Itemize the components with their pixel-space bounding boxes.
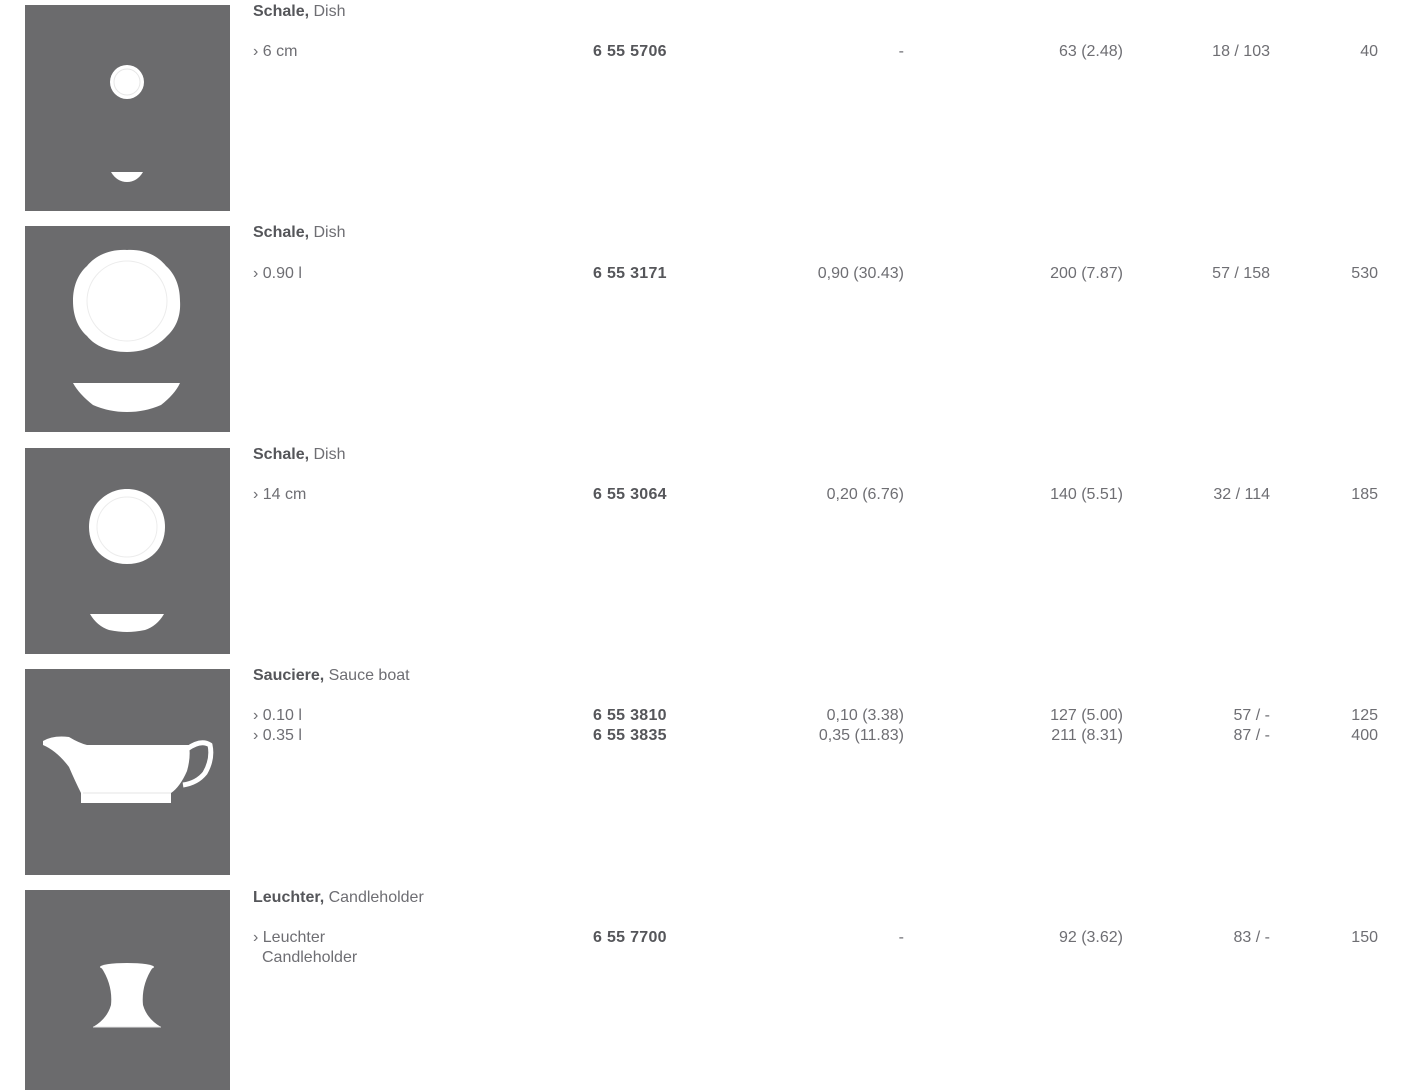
volume-value: - <box>898 929 904 946</box>
article-number: 6 55 7700 <box>593 929 667 946</box>
product-row: › 0.35 l 6 55 3835 0,35 (11.83) 211 (8.3… <box>0 726 1415 746</box>
row-description: › 6 cm <box>253 43 298 60</box>
row-description: › 14 cm <box>253 486 307 503</box>
pack-value: 57 / - <box>1233 707 1270 724</box>
pack-value: 57 / 158 <box>1212 265 1270 282</box>
pack-value: 18 / 103 <box>1212 43 1270 60</box>
pack-value: 87 / - <box>1233 727 1270 744</box>
product-title: Schale, Dish <box>253 446 346 463</box>
size-value: 92 (3.62) <box>1058 929 1123 946</box>
volume-value: 0,90 (30.43) <box>817 265 904 282</box>
product-entry: Leuchter, Candleholder › Leuchter Candle… <box>0 889 1415 1090</box>
volume-value: - <box>898 43 904 60</box>
weight-value: 125 <box>1351 707 1378 724</box>
product-title: Schale, Dish <box>253 224 346 241</box>
weight-value: 150 <box>1351 929 1378 946</box>
size-value: 200 (7.87) <box>1050 265 1123 282</box>
pack-value: 32 / 114 <box>1213 486 1270 503</box>
product-image <box>25 890 230 1090</box>
product-entry: Schale, Dish › 0.90 l 6 55 3171 0,90 (30… <box>0 224 1415 432</box>
product-title: Leuchter, Candleholder <box>253 889 424 906</box>
row-description: › 0.90 l <box>253 265 302 282</box>
product-image <box>25 669 230 875</box>
weight-value: 40 <box>1360 43 1378 60</box>
row-description: › 0.10 l <box>253 707 302 724</box>
size-value: 211 (8.31) <box>1051 727 1123 744</box>
product-entry: Sauciere, Sauce boat › 0.10 l 6 55 3810 … <box>0 667 1415 875</box>
article-number: 6 55 3171 <box>593 265 667 282</box>
volume-value: 0,20 (6.76) <box>826 486 904 503</box>
pack-value: 83 / - <box>1233 929 1270 946</box>
weight-value: 185 <box>1351 486 1378 503</box>
product-entry: Schale, Dish › 6 cm 6 55 5706 - 63 (2.48… <box>0 3 1415 211</box>
product-row: › Leuchter Candleholder 6 55 7700 - 92 (… <box>0 928 1415 966</box>
size-value: 127 (5.00) <box>1050 707 1123 724</box>
product-row: › 6 cm 6 55 5706 - 63 (2.48) 18 / 103 40 <box>0 42 1415 62</box>
product-image <box>25 226 230 432</box>
size-value: 63 (2.48) <box>1058 43 1123 60</box>
volume-value: 0,10 (3.38) <box>826 707 904 724</box>
row-description: › 0.35 l <box>253 727 302 744</box>
article-number: 6 55 3835 <box>593 727 667 744</box>
weight-value: 530 <box>1351 265 1378 282</box>
product-row: › 14 cm 6 55 3064 0,20 (6.76) 140 (5.51)… <box>0 485 1415 505</box>
row-description-secondary: Candleholder <box>262 949 358 966</box>
product-row: › 0.10 l 6 55 3810 0,10 (3.38) 127 (5.00… <box>0 706 1415 726</box>
article-number: 6 55 5706 <box>593 43 667 60</box>
article-number: 6 55 3810 <box>593 707 667 724</box>
article-number: 6 55 3064 <box>593 486 667 503</box>
product-image <box>25 5 230 211</box>
product-entry: Schale, Dish › 14 cm 6 55 3064 0,20 (6.7… <box>0 446 1415 654</box>
weight-value: 400 <box>1351 727 1378 744</box>
product-title: Sauciere, Sauce boat <box>253 667 410 684</box>
product-title: Schale, Dish <box>253 3 346 20</box>
product-image <box>25 448 230 654</box>
size-value: 140 (5.51) <box>1050 486 1123 503</box>
row-description: › Leuchter <box>253 929 326 946</box>
product-row: › 0.90 l 6 55 3171 0,90 (30.43) 200 (7.8… <box>0 264 1415 284</box>
volume-value: 0,35 (11.83) <box>818 727 904 744</box>
